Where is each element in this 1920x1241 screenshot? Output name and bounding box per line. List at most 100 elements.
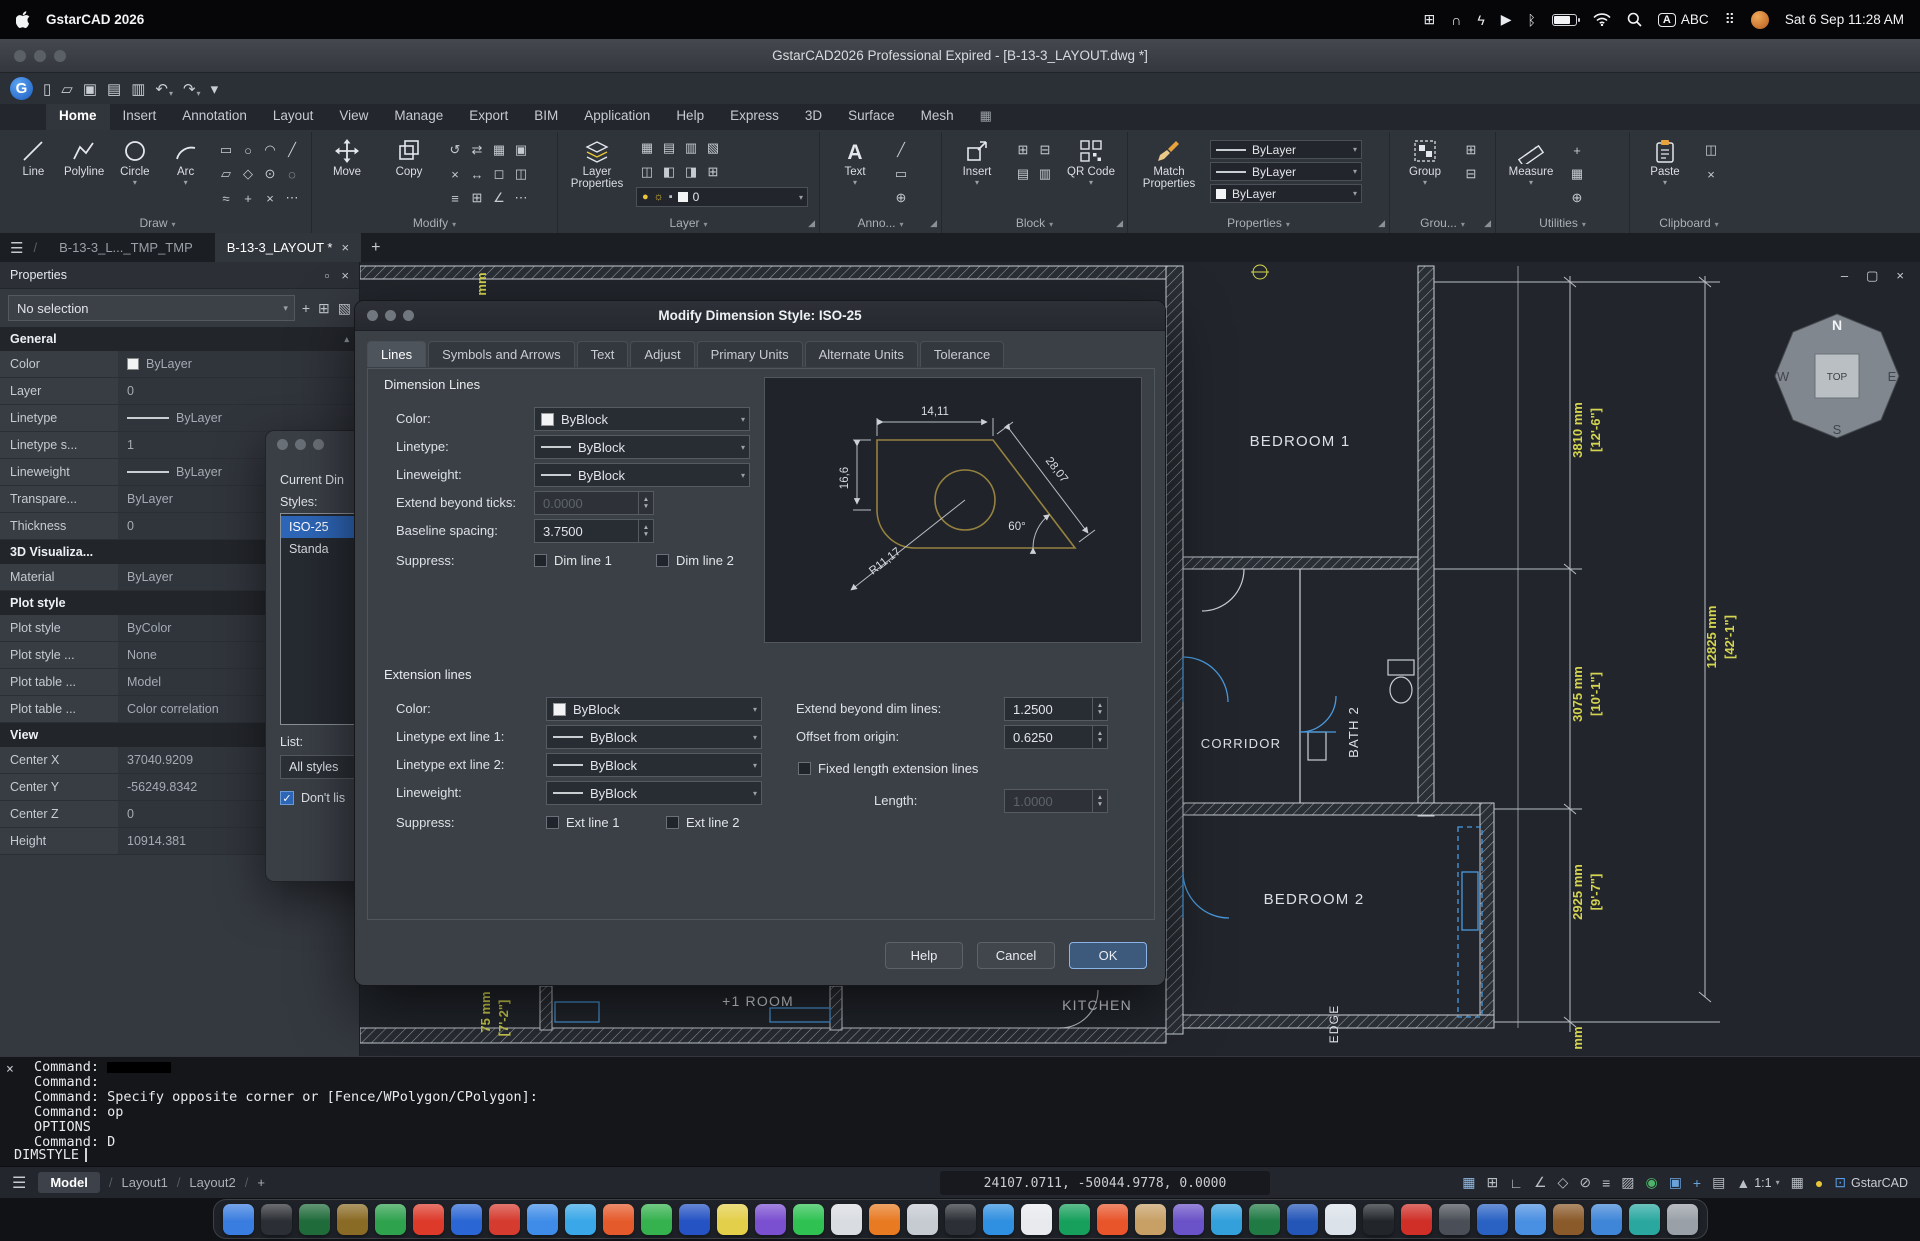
panel-launcher-icon[interactable]: ◢ [1378,218,1385,229]
modify-tool-3-icon[interactable]: ▦ [493,142,505,158]
minimize-window-icon[interactable] [295,439,306,450]
ribbon-tab-layout[interactable]: Layout [260,104,327,130]
minimize-window-icon[interactable] [34,50,46,62]
spinner-arrows[interactable]: ▲▼ [1092,726,1107,748]
layer-color-swatch[interactable] [678,192,688,202]
palette-dock-icon[interactable]: ▫ [325,268,330,283]
dock-app-27[interactable] [1211,1204,1242,1235]
panel-launcher-icon[interactable]: ◢ [1116,218,1123,229]
block-tool-3-icon[interactable]: ▤ [1017,166,1029,182]
dock-app-15[interactable] [755,1204,786,1235]
close-window-icon[interactable] [367,310,378,321]
dock-app-24[interactable] [1097,1204,1128,1235]
ribbon-tab-annotation[interactable]: Annotation [169,104,260,130]
layer-properties-button[interactable]: Layer Properties [566,136,628,190]
dock-app-10[interactable] [565,1204,596,1235]
modify-tool-1-icon[interactable]: ↺ [450,142,461,158]
draw-tool-11-icon[interactable]: × [266,191,274,206]
ribbon-tab-application[interactable]: Application [571,104,663,130]
draw-tool-4-icon[interactable]: ╱ [288,142,296,158]
palette-close-icon[interactable]: × [341,268,349,283]
layer-lock-icon[interactable]: ▪ [669,191,673,203]
spotlight-search-icon[interactable] [1627,12,1642,27]
draw-tool-7-icon[interactable]: ⊙ [265,166,276,182]
group-tool-2-icon[interactable]: ⊟ [1466,166,1477,182]
headphones-icon[interactable]: ∩ [1451,12,1461,28]
extend-beyond-dim-input[interactable]: 1.2500 ▲▼ [1004,697,1108,721]
chevron-down-icon[interactable]: ▾ [1089,180,1093,186]
properties-palette-header[interactable]: Properties ▫ × [0,262,359,289]
ext-line-1-checkbox[interactable]: Ext line 1 [546,815,619,830]
length-input[interactable]: 1.0000 ▲▼ [1004,789,1108,813]
chevron-down-icon[interactable]: ▾ [853,180,857,186]
status-menu-icon[interactable]: ☰ [12,1173,26,1193]
dock-app-5[interactable] [375,1204,406,1235]
view-cube[interactable]: TOP N S W E [1775,314,1899,438]
dim-color-select[interactable]: ByBlock ▾ [534,407,750,431]
measure-button[interactable]: Measure ▾ [1504,136,1558,186]
layer-tool-1-icon[interactable]: ▦ [641,140,653,156]
dock-app-12[interactable] [641,1204,672,1235]
polar-tracking-icon[interactable]: ∠ [1534,1174,1547,1191]
polyline-button[interactable]: Polyline [63,136,106,178]
pick-add-icon[interactable]: + [302,300,310,317]
checkbox-box[interactable] [666,816,679,829]
ribbon-tab-view[interactable]: View [326,104,381,130]
block-tool-2-icon[interactable]: ⊟ [1040,142,1051,158]
isolate-objects-icon[interactable]: ▤ [1712,1174,1725,1191]
compass-east[interactable]: E [1888,369,1897,384]
object-snap-tracking-icon[interactable]: ⊘ [1579,1174,1591,1191]
qat-customize-icon[interactable]: ▾ [211,80,219,98]
layer-tool-6-icon[interactable]: ◧ [663,164,675,180]
model-tab[interactable]: Model [38,1172,100,1193]
dock-app-35[interactable] [1515,1204,1546,1235]
chevron-down-icon[interactable]: ▾ [197,89,201,98]
new-layout-button[interactable]: + [257,1175,265,1190]
grid-display-icon[interactable]: ▦ [1462,1174,1475,1191]
annotation-tool-1-icon[interactable]: ╱ [897,142,905,158]
dock-app-6[interactable] [413,1204,444,1235]
draw-tool-5-icon[interactable]: ▱ [221,166,231,182]
checkbox-checked-icon[interactable]: ✓ [280,791,294,805]
object-linetype-select[interactable]: ByLayer▾ [1210,162,1362,181]
checkbox-box[interactable] [546,816,559,829]
close-tab-icon[interactable]: × [341,240,349,255]
user-switcher-icon[interactable]: ⠿ [1725,11,1735,28]
ribbon-tab-export[interactable]: Export [456,104,521,130]
chevron-down-icon[interactable]: ▾ [1529,180,1533,186]
save-as-icon[interactable]: ▤ [107,80,121,98]
selection-filter-select[interactable]: No selection ▾ [8,295,295,321]
layer-select[interactable]: ● ☼ ▪ 0 ▾ [636,187,808,207]
property-value[interactable]: 0 [118,378,359,404]
dock-app-19[interactable] [907,1204,938,1235]
compass-north[interactable]: N [1832,317,1842,333]
dock-app-29[interactable] [1287,1204,1318,1235]
mdi-maximize-icon[interactable]: ▢ [1866,268,1878,284]
modify-tool-4-icon[interactable]: ▣ [515,142,527,158]
dock-app-13[interactable] [679,1204,710,1235]
object-snap-icon[interactable]: ◇ [1558,1174,1569,1191]
draw-panel-label[interactable]: Draw▾ [4,216,311,230]
dock-app-22[interactable] [1021,1204,1052,1235]
input-source-indicator[interactable]: A ABC [1658,12,1709,27]
dim-lineweight-select[interactable]: ByBlock ▾ [534,463,750,487]
select-objects-icon[interactable]: ▧ [338,300,351,317]
draw-tool-9-icon[interactable]: ≈ [222,191,229,206]
dim-line-1-checkbox[interactable]: Dim line 1 [534,553,612,568]
ribbon-tab-express[interactable]: Express [717,104,792,130]
menubar-clock[interactable]: Sat 6 Sep 11:28 AM [1785,12,1904,27]
zoom-window-icon[interactable] [54,50,66,62]
dock-app-37[interactable] [1591,1204,1622,1235]
dock-app-1[interactable] [223,1204,254,1235]
object-lineweight-select[interactable]: ByLayer▾ [1210,140,1362,159]
dock-app-30[interactable] [1325,1204,1356,1235]
chevron-down-icon[interactable]: ▾ [1423,180,1427,186]
chevron-down-icon[interactable]: ▾ [741,443,745,452]
utility-tool-1-icon[interactable]: + [1573,143,1581,158]
ext-line-2-checkbox[interactable]: Ext line 2 [666,815,739,830]
new-file-icon[interactable]: ▯ [43,80,51,98]
dock-app-32[interactable] [1401,1204,1432,1235]
selection-cycling-icon[interactable]: ◉ [1645,1174,1657,1191]
compass-west[interactable]: W [1777,369,1790,384]
spinner-arrows[interactable]: ▲▼ [1092,790,1107,812]
